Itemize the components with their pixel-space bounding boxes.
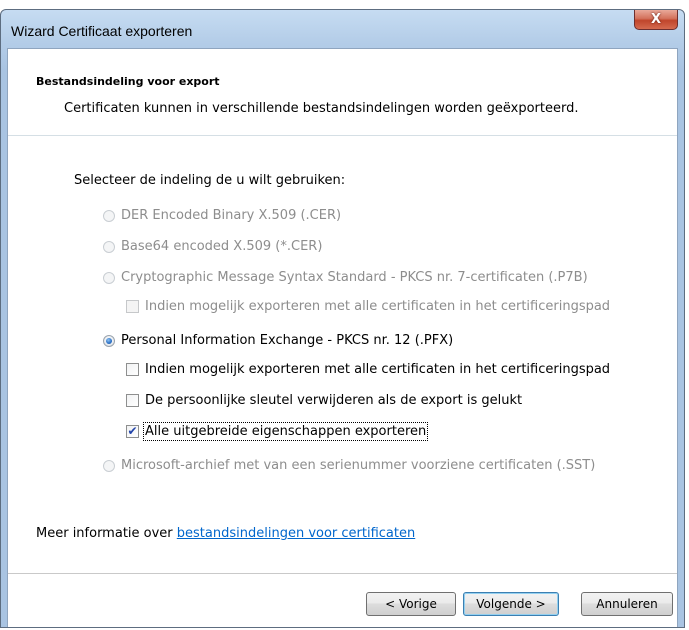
radio-button-selected-icon (103, 334, 115, 347)
close-icon: X (650, 12, 662, 27)
radio-pkcs7[interactable]: Cryptographic Message Syntax Standard - … (103, 270, 588, 285)
checkbox-pfx-include-all[interactable]: Indien mogelijk exporteren met alle cert… (126, 362, 610, 377)
radio-button-icon (103, 271, 115, 284)
title-bar[interactable]: Wizard Certificaat exporteren X (1, 10, 684, 48)
back-button[interactable]: < Vorige (366, 592, 456, 616)
radio-der[interactable]: DER Encoded Binary X.509 (.CER) (103, 208, 341, 223)
page-subtitle: Certificaten kunnen in verschillende bes… (64, 101, 579, 116)
footer-divider (8, 573, 677, 574)
cancel-button[interactable]: Annuleren (581, 592, 673, 616)
checkbox-pfx-delete-key[interactable]: De persoonlijke sleutel verwijderen als … (126, 393, 522, 408)
window-title: Wizard Certificaat exporteren (11, 23, 193, 39)
close-button[interactable]: X (634, 10, 678, 30)
radio-button-icon (103, 240, 115, 253)
more-info-text: Meer informatie over bestandsindelingen … (36, 526, 415, 541)
checkbox-pfx-export-props-label: Alle uitgebreide eigenschappen exportere… (142, 422, 429, 441)
page-title: Bestandsindeling voor export (36, 75, 220, 88)
radio-der-label: DER Encoded Binary X.509 (.CER) (121, 208, 342, 223)
radio-button-icon (103, 209, 115, 222)
checkbox-pkcs7-include-all-label: Indien mogelijk exporteren met alle cert… (145, 299, 611, 314)
header-divider (8, 135, 677, 136)
checkbox-pfx-include-all-label: Indien mogelijk exporteren met alle cert… (145, 362, 611, 377)
wizard-header: Bestandsindeling voor export Certificate… (8, 49, 677, 134)
radio-base64[interactable]: Base64 encoded X.509 (*.CER) (103, 239, 322, 254)
export-wizard-window: Wizard Certificaat exporteren X Bestands… (0, 9, 685, 628)
radio-button-icon (103, 459, 115, 472)
checkbox-pfx-export-props[interactable]: ✔ Alle uitgebreide eigenschappen exporte… (126, 422, 429, 441)
radio-pfx[interactable]: Personal Information Exchange - PKCS nr.… (103, 333, 453, 348)
checkbox-icon (126, 394, 139, 407)
next-button[interactable]: Volgende > (463, 592, 559, 616)
checkbox-icon (126, 363, 139, 376)
checkbox-icon (126, 300, 139, 313)
radio-pfx-label: Personal Information Exchange - PKCS nr.… (121, 333, 454, 348)
checkbox-pkcs7-include-all[interactable]: Indien mogelijk exporteren met alle cert… (126, 299, 610, 314)
checkbox-pfx-delete-key-label: De persoonlijke sleutel verwijderen als … (145, 393, 523, 408)
radio-base64-label: Base64 encoded X.509 (*.CER) (121, 239, 323, 254)
radio-pkcs7-label: Cryptographic Message Syntax Standard - … (121, 270, 588, 285)
formats-help-link[interactable]: bestandsindelingen voor certificaten (177, 526, 415, 541)
radio-sst[interactable]: Microsoft-archief met van een serienumme… (103, 458, 595, 473)
wizard-content: Bestandsindeling voor export Certificate… (7, 48, 678, 627)
radio-sst-label: Microsoft-archief met van een serienumme… (121, 458, 596, 473)
checkmark-icon: ✔ (126, 424, 139, 438)
more-info-prefix: Meer informatie over (36, 526, 177, 541)
format-prompt: Selecteer de indeling de u wilt gebruike… (74, 173, 346, 188)
